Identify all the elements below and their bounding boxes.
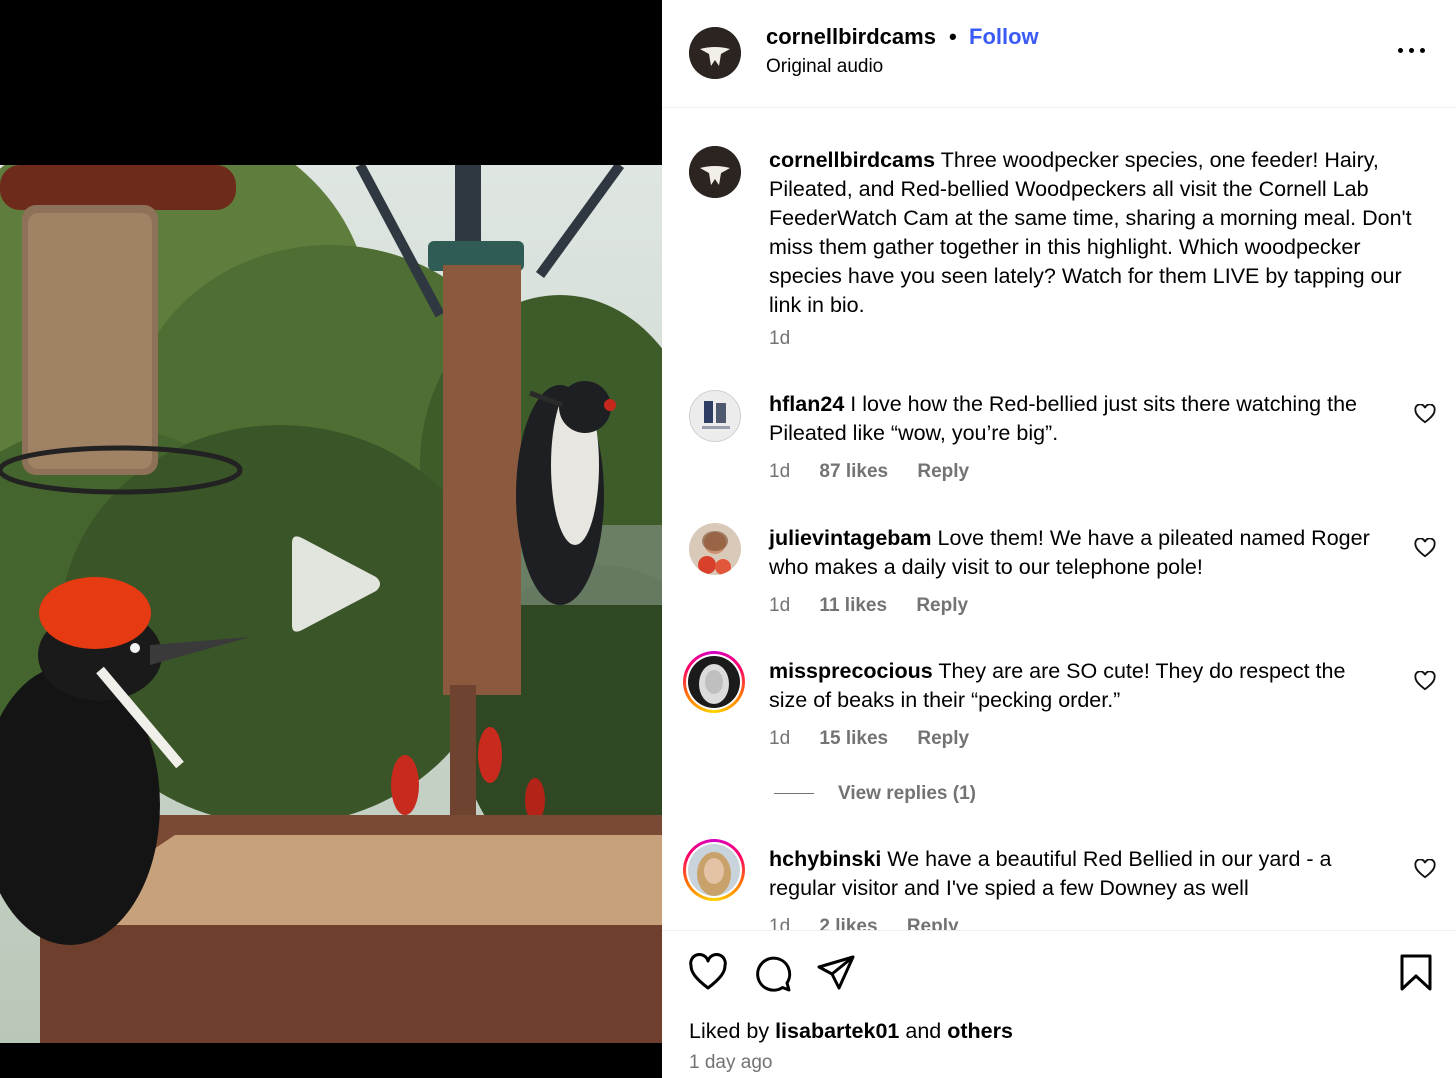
replies-divider: [774, 793, 814, 795]
share-icon[interactable]: [816, 953, 856, 993]
story-ring[interactable]: [683, 651, 745, 713]
comment-likes[interactable]: 87 likes: [819, 461, 888, 482]
heart-icon[interactable]: [1414, 671, 1436, 691]
caption-username[interactable]: cornellbirdcams: [769, 148, 935, 172]
separator-dot: •: [949, 24, 957, 49]
comment-username[interactable]: missprecocious: [769, 659, 933, 683]
reply-button[interactable]: Reply: [916, 595, 968, 616]
comment-text: hchybinski We have a beautiful Red Belli…: [769, 845, 1389, 903]
comment-text: hflan24 I love how the Red-bellied just …: [769, 390, 1389, 448]
post-panel: cornellbirdcams • Follow Original audio …: [662, 0, 1456, 1078]
comment-time[interactable]: 1d: [769, 728, 790, 749]
comment-likes[interactable]: 2 likes: [819, 916, 877, 930]
view-replies-label: View replies (1): [838, 783, 976, 804]
comment-username[interactable]: hchybinski: [769, 847, 881, 871]
heart-icon[interactable]: [688, 953, 728, 993]
comment-avatar[interactable]: [689, 523, 741, 575]
play-icon[interactable]: [284, 533, 384, 635]
header-username[interactable]: cornellbirdcams: [766, 24, 936, 50]
view-replies-button[interactable]: View replies (1): [774, 783, 976, 805]
reply-button[interactable]: Reply: [907, 916, 959, 930]
comment-likes[interactable]: 15 likes: [819, 728, 888, 749]
comment-meta: 1d 87 likes Reply: [769, 461, 993, 483]
comment-time[interactable]: 1d: [769, 916, 790, 930]
comment-text: julievintagebam Love them! We have a pil…: [769, 524, 1389, 582]
liked-user[interactable]: lisabartek01: [775, 1019, 899, 1043]
caption-body: Three woodpecker species, one feeder! Ha…: [769, 148, 1412, 317]
audio-label[interactable]: Original audio: [766, 56, 883, 78]
comment-avatar[interactable]: [688, 844, 740, 896]
comment-time[interactable]: 1d: [769, 595, 790, 616]
reply-button[interactable]: Reply: [917, 461, 969, 482]
comment-avatar[interactable]: [689, 390, 741, 442]
heart-icon[interactable]: [1414, 538, 1436, 558]
account-avatar[interactable]: [689, 27, 741, 79]
comment-avatar[interactable]: [688, 656, 740, 708]
more-options-icon[interactable]: [1396, 40, 1430, 60]
reply-button[interactable]: Reply: [917, 728, 969, 749]
follow-button[interactable]: Follow: [969, 24, 1039, 50]
comment-username[interactable]: hflan24: [769, 392, 844, 416]
comment-text: missprecocious They are are SO cute! The…: [769, 657, 1389, 715]
heart-icon[interactable]: [1414, 859, 1436, 879]
story-ring[interactable]: [683, 839, 745, 901]
comment-body: I love how the Red-bellied just sits the…: [769, 392, 1357, 445]
comment-time[interactable]: 1d: [769, 461, 790, 482]
post-header: cornellbirdcams • Follow Original audio: [662, 0, 1456, 108]
caption-meta: 1d: [769, 328, 814, 350]
comment-likes[interactable]: 11 likes: [819, 595, 887, 616]
caption-time[interactable]: 1d: [769, 328, 790, 349]
comment-meta: 1d 11 likes Reply: [769, 595, 992, 617]
bookmark-icon[interactable]: [1396, 953, 1436, 993]
video-player[interactable]: [0, 0, 662, 1078]
likes-summary: Liked by lisabartek01 and others: [689, 1019, 1013, 1044]
heart-icon[interactable]: [1414, 404, 1436, 424]
caption-text: cornellbirdcams Three woodpecker species…: [769, 146, 1429, 320]
comment-meta: 1d 15 likes Reply: [769, 728, 993, 750]
comment-icon[interactable]: [752, 953, 792, 993]
comments-list[interactable]: cornellbirdcams Three woodpecker species…: [662, 108, 1456, 930]
liked-and: and: [905, 1019, 942, 1043]
comment-meta: 1d 2 likes Reply: [769, 916, 983, 930]
post-actions: Liked by lisabartek01 and others 1 day a…: [662, 930, 1456, 1078]
caption-avatar[interactable]: [689, 146, 741, 198]
liked-others[interactable]: others: [947, 1019, 1013, 1043]
comment-username[interactable]: julievintagebam: [769, 526, 932, 550]
post-date[interactable]: 1 day ago: [689, 1052, 772, 1074]
liked-prefix: Liked by: [689, 1019, 770, 1043]
